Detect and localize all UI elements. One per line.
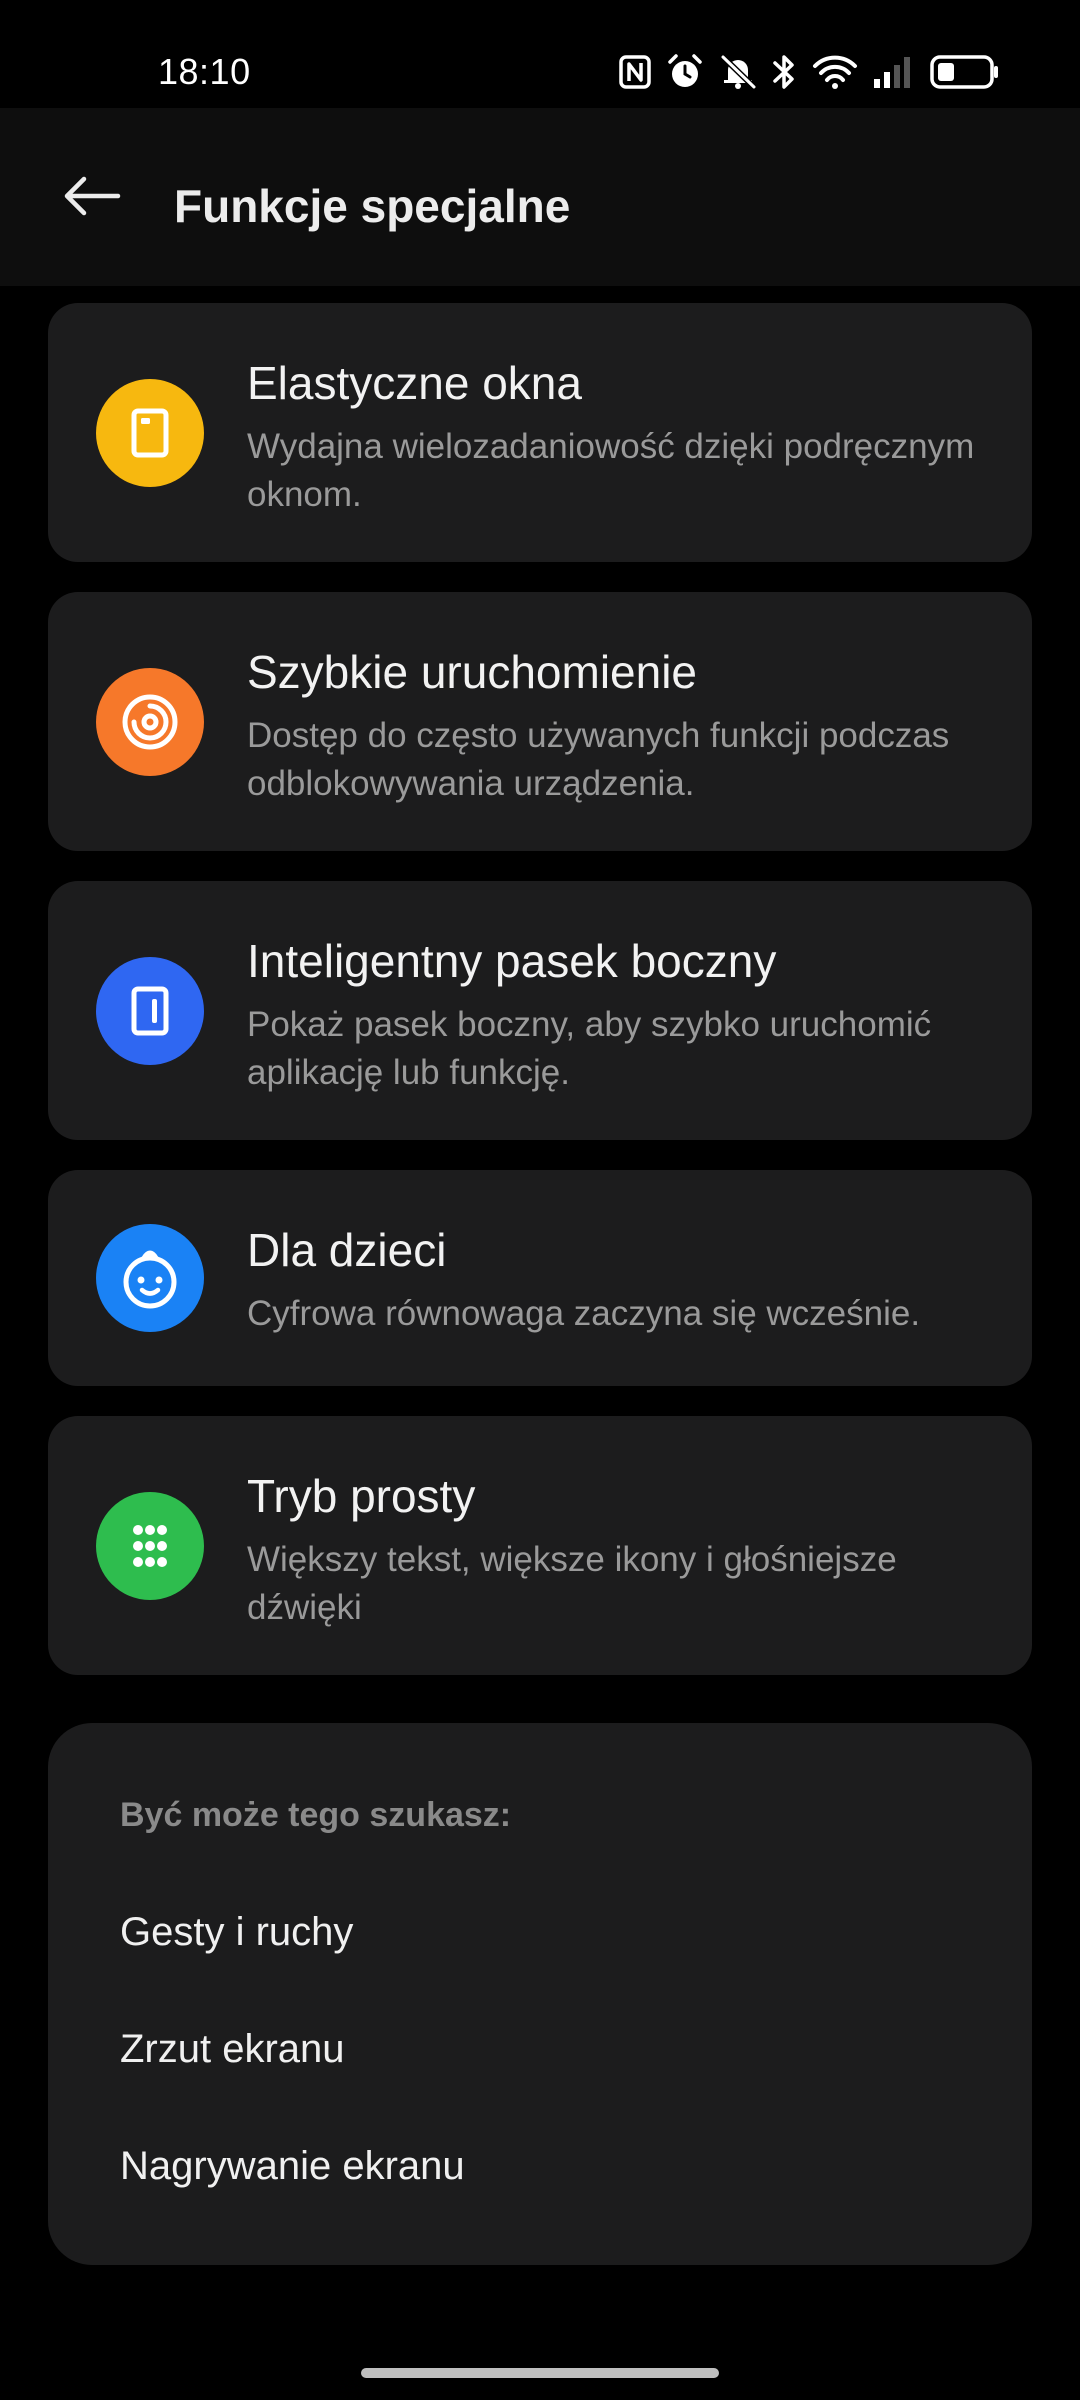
suggestion-screenshot[interactable]: Zrzut ekranu (120, 2023, 345, 2075)
floating-window-icon (96, 379, 204, 487)
feature-title: Dla dzieci (247, 1224, 447, 1276)
status-bar: 18:10 (0, 0, 1080, 108)
feature-title: Elastyczne okna (247, 357, 582, 409)
suggestion-screen-recording[interactable]: Nagrywanie ekranu (120, 2140, 465, 2192)
suggestion-gestures[interactable]: Gesty i ruchy (120, 1906, 353, 1958)
signal-icon (872, 55, 916, 89)
feature-card-simple-mode[interactable]: Tryb prosty Większy tekst, większe ikony… (48, 1416, 1032, 1675)
feature-description: Wydajna wielozadaniowość dzięki podręczn… (247, 427, 975, 514)
alarm-icon (666, 53, 704, 91)
feature-description: Dostęp do często używanych funkcji podcz… (247, 716, 950, 803)
feature-card-for-kids[interactable]: Dla dzieci Cyfrowa równowaga zaczyna się… (48, 1170, 1032, 1386)
home-indicator[interactable] (361, 2368, 719, 2378)
wifi-icon (812, 54, 858, 90)
feature-card-elastic-windows[interactable]: Elastyczne okna Wydajna wielozadaniowość… (48, 303, 1032, 562)
feature-list: Elastyczne okna Wydajna wielozadaniowość… (48, 303, 1032, 1705)
back-arrow-icon (62, 174, 122, 223)
battery-icon (930, 54, 1000, 90)
silent-icon (718, 53, 758, 91)
quick-launch-icon (96, 668, 204, 776)
suggestions-panel: Być może tego szukasz: Gesty i ruchy Zrz… (48, 1723, 1032, 2265)
bluetooth-icon (772, 53, 798, 91)
nfc-icon (618, 54, 652, 90)
suggestions-title: Być może tego szukasz: (120, 1796, 512, 1834)
feature-title: Inteligentny pasek boczny (247, 935, 777, 987)
feature-description: Pokaż pasek boczny, aby szybko uruchomić… (247, 1005, 932, 1092)
app-header: Funkcje specjalne (0, 108, 1080, 286)
status-time: 18:10 (158, 51, 251, 92)
page-title: Funkcje specjalne (174, 180, 571, 232)
back-button[interactable] (52, 158, 132, 238)
grid-dots-icon (96, 1492, 204, 1600)
feature-title: Tryb prosty (247, 1470, 476, 1522)
feature-card-smart-sidebar[interactable]: Inteligentny pasek boczny Pokaż pasek bo… (48, 881, 1032, 1140)
status-icons (618, 50, 1000, 94)
feature-title: Szybkie uruchomienie (247, 646, 698, 698)
feature-description: Większy tekst, większe ikony i głośniejs… (247, 1540, 897, 1627)
sidebar-icon (96, 957, 204, 1065)
kid-face-icon (96, 1224, 204, 1332)
feature-card-quick-launch[interactable]: Szybkie uruchomienie Dostęp do często uż… (48, 592, 1032, 851)
feature-description: Cyfrowa równowaga zaczyna się wcześnie. (247, 1294, 921, 1333)
